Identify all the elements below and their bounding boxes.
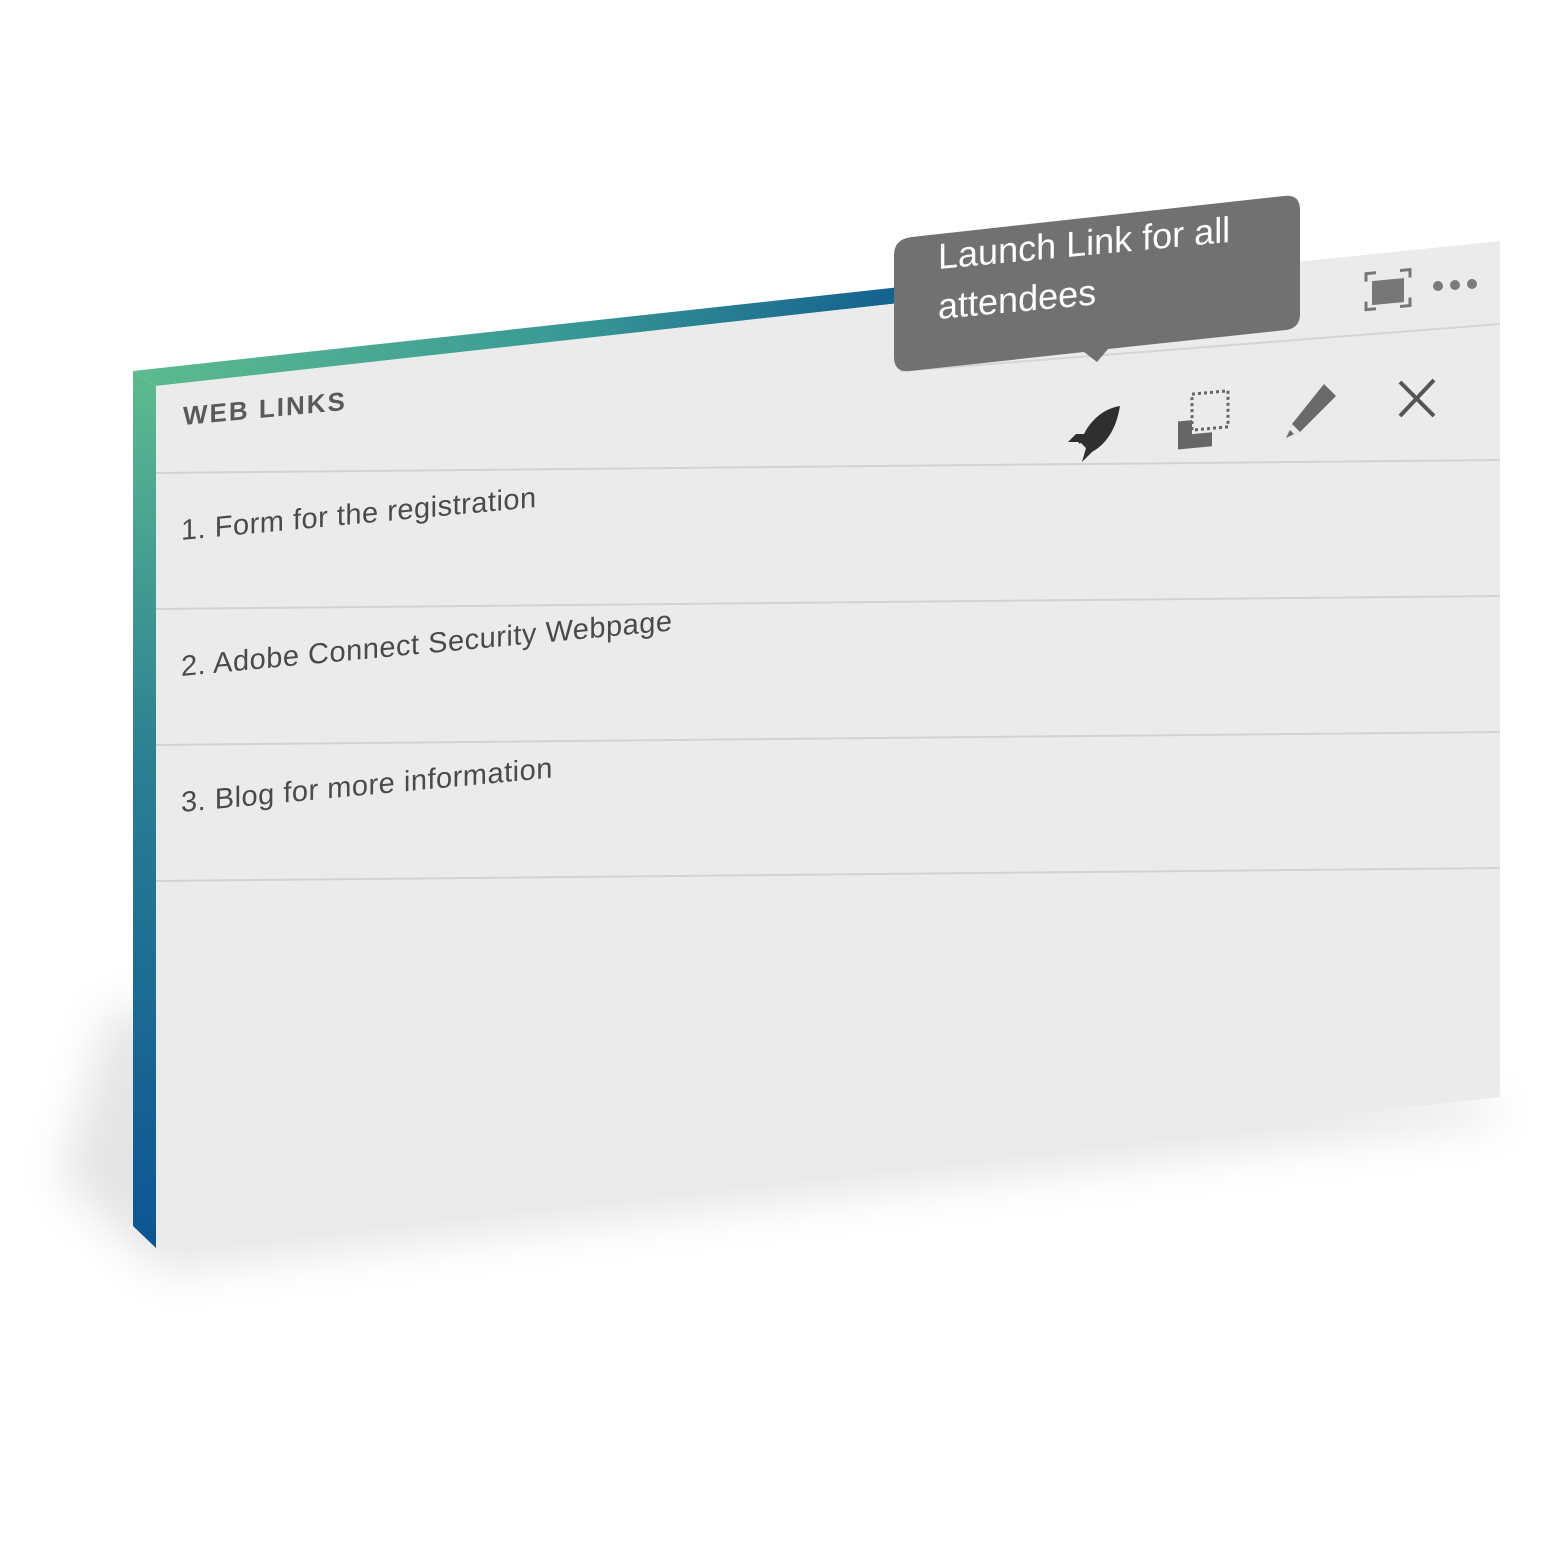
- pencil-icon[interactable]: [1280, 380, 1342, 442]
- rocket-icon[interactable]: [1062, 400, 1128, 468]
- web-links-scene: Launch Link for all attendees WEB LINKS …: [0, 0, 1564, 1563]
- close-icon[interactable]: [1394, 376, 1440, 422]
- copy-icon[interactable]: [1172, 386, 1236, 456]
- fullscreen-icon[interactable]: [1362, 267, 1414, 316]
- more-icon[interactable]: [1430, 274, 1480, 294]
